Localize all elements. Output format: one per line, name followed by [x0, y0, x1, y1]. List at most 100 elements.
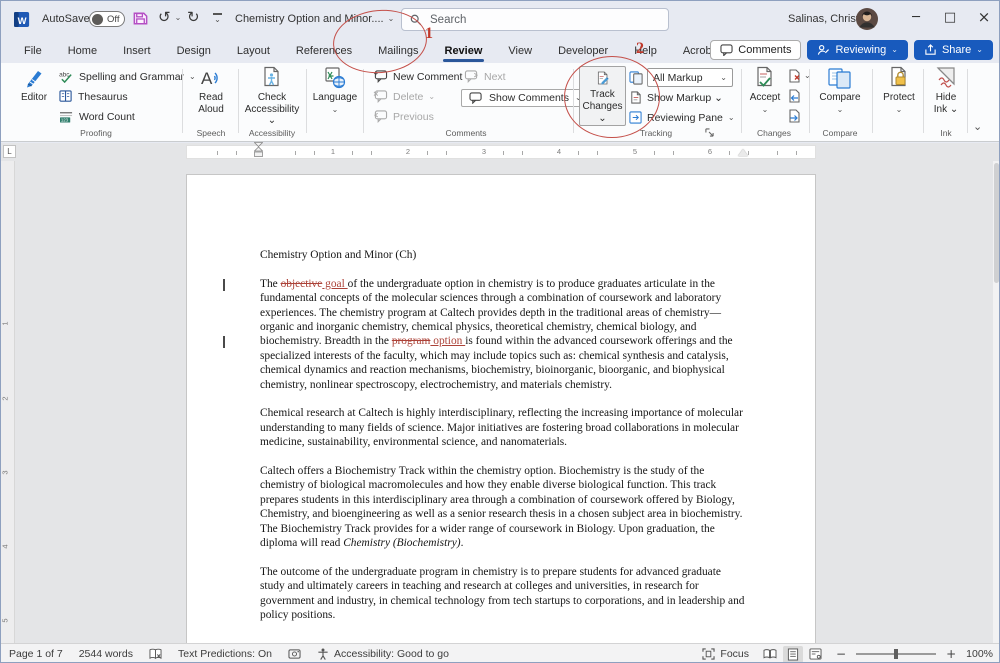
autosave-toggle[interactable]: Off	[89, 11, 125, 27]
save-icon[interactable]	[132, 10, 149, 27]
spelling-grammar-button[interactable]: abc Spelling and Grammar⌄	[59, 70, 196, 83]
tab-stop-selector[interactable]: L	[3, 145, 16, 158]
title-bar: W AutoSave Off ↺⌄ ↻ ⌄ Chemistry Option a…	[1, 1, 1000, 38]
recording-status-icon[interactable]	[288, 648, 301, 660]
page-indicator[interactable]: Page 1 of 7	[9, 648, 63, 660]
tab-design[interactable]: Design	[164, 41, 224, 61]
word-window: W AutoSave Off ↺⌄ ↻ ⌄ Chemistry Option a…	[0, 0, 1000, 663]
hide-ink-button[interactable]: HideInk ⌄	[927, 66, 965, 115]
text-predictions-indicator[interactable]: Text Predictions: On	[178, 648, 272, 660]
zoom-level[interactable]: 100%	[966, 648, 993, 660]
accept-button[interactable]: Accept⌄	[745, 66, 785, 115]
focus-icon	[702, 648, 715, 660]
status-bar: Page 1 of 7 2544 words Text Predictions:…	[1, 643, 1000, 663]
tab-developer[interactable]: Developer	[545, 41, 621, 61]
tab-references[interactable]: References	[283, 41, 365, 61]
minimize-button[interactable]: ─	[899, 1, 933, 33]
ruler-number: 4	[557, 147, 561, 156]
vertical-scrollbar[interactable]	[993, 161, 1000, 643]
protect-button[interactable]: Protect⌄	[877, 66, 921, 115]
accessibility-indicator[interactable]: Accessibility: Good to go	[317, 648, 449, 660]
ruler-number: 1	[1, 321, 10, 325]
next-comment-button[interactable]: Next	[464, 70, 506, 83]
reviewing-button[interactable]: Reviewing⌄	[807, 40, 907, 60]
redo-button[interactable]: ↻	[187, 10, 200, 25]
indent-marker-right[interactable]	[738, 149, 748, 156]
undo-button[interactable]: ↺⌄	[158, 10, 181, 25]
accessibility-icon	[260, 66, 284, 90]
show-comments-button[interactable]: Show Comments⌄	[461, 89, 590, 107]
quick-access-menu-icon[interactable]: ⌄	[213, 13, 222, 24]
new-comment-button[interactable]: New Comment	[373, 70, 462, 83]
account-name[interactable]: Salinas, Christy	[788, 13, 864, 25]
next-change-icon	[787, 109, 801, 123]
comments-button[interactable]: Comments	[710, 40, 801, 60]
delete-comment-button[interactable]: Delete⌄	[373, 90, 435, 103]
close-button[interactable]: ×	[967, 1, 1000, 33]
ruler-row: L 1 2 3 4 5 6	[1, 143, 1000, 161]
paragraph-4: The outcome of the undergraduate program…	[260, 565, 746, 623]
ruler-number: 2	[406, 147, 410, 156]
read-mode-button[interactable]	[759, 646, 781, 662]
tab-layout[interactable]: Layout	[224, 41, 283, 61]
zoom-slider[interactable]	[856, 653, 936, 655]
horizontal-ruler[interactable]: 1 2 3 4 5 6	[186, 145, 816, 159]
tab-file[interactable]: File	[11, 41, 55, 61]
protect-chevron-icon: ⌄	[896, 105, 903, 114]
zoom-slider-thumb[interactable]	[894, 649, 898, 659]
zoom-in-button[interactable]: +	[946, 648, 956, 660]
scrollbar-thumb[interactable]	[994, 163, 999, 283]
ribbon-tab-row: File Home Insert Design Layout Reference…	[1, 38, 1000, 63]
ruler-number: 6	[708, 147, 712, 156]
share-button[interactable]: Share⌄	[914, 40, 993, 60]
tracking-dialog-launcher-icon[interactable]	[705, 128, 714, 137]
share-icon	[924, 44, 937, 56]
word-count-button[interactable]: 123 Word Count	[59, 110, 135, 123]
language-button[interactable]: Language⌄	[311, 66, 359, 115]
share-chevron-icon: ⌄	[976, 46, 983, 54]
avatar[interactable]	[856, 8, 878, 30]
zoom-out-button[interactable]: −	[836, 648, 846, 660]
show-markup-button[interactable]: Show Markup ⌄	[629, 91, 723, 104]
editor-button[interactable]: Editor	[15, 66, 53, 104]
search-input[interactable]: Search	[401, 8, 669, 31]
vertical-ruler[interactable]: 1 2 3 4 5	[1, 161, 15, 643]
markup-dropdown[interactable]: All Markup⌄	[647, 68, 733, 87]
tab-review[interactable]: Review	[432, 41, 496, 61]
thesaurus-button[interactable]: Thesaurus	[59, 90, 128, 103]
tab-view[interactable]: View	[495, 41, 545, 61]
ruler-number: 5	[633, 147, 637, 156]
compare-button[interactable]: Compare⌄	[815, 66, 865, 115]
next-change-button[interactable]	[787, 109, 801, 123]
word-count-indicator[interactable]: 2544 words	[79, 648, 133, 660]
language-chevron-icon: ⌄	[332, 105, 339, 114]
web-layout-button[interactable]	[805, 646, 826, 662]
compare-icon	[827, 66, 853, 90]
read-aloud-button[interactable]: A Read Aloud	[189, 66, 233, 115]
tab-insert[interactable]: Insert	[110, 41, 164, 61]
read-aloud-icon: A	[199, 66, 223, 90]
indent-marker-left[interactable]	[254, 142, 263, 158]
print-layout-button[interactable]	[783, 646, 803, 663]
reject-change-button[interactable]: ⌄	[787, 69, 811, 83]
spelling-icon: abc	[59, 70, 74, 83]
document-title[interactable]: Chemistry Option and Minor....⌄	[235, 13, 394, 25]
previous-comment-button[interactable]: Previous	[373, 110, 434, 123]
previous-change-button[interactable]	[787, 89, 801, 103]
track-changes-button[interactable]: TrackChanges ⌄	[579, 66, 626, 126]
tab-home[interactable]: Home	[55, 41, 110, 61]
tab-help[interactable]: Help	[621, 41, 670, 61]
reviewing-pane-button[interactable]: Reviewing Pane⌄	[629, 111, 735, 124]
proofing-status-icon[interactable]	[149, 648, 162, 660]
deleted-text: objective	[281, 278, 323, 290]
word-logo-icon: W	[14, 11, 31, 28]
tab-mailings[interactable]: Mailings	[365, 41, 431, 61]
undo-chevron-icon: ⌄	[175, 14, 182, 22]
maximize-button[interactable]: □	[933, 1, 967, 33]
focus-button[interactable]: Focus	[702, 648, 749, 660]
collapse-ribbon-icon[interactable]: ⌄	[973, 121, 982, 132]
protect-icon	[887, 66, 911, 90]
check-accessibility-button[interactable]: Check Accessibility ⌄	[243, 66, 301, 127]
document-page[interactable]: Chemistry Option and Minor (Ch) The obje…	[186, 174, 816, 643]
hide-ink-icon	[934, 66, 958, 90]
